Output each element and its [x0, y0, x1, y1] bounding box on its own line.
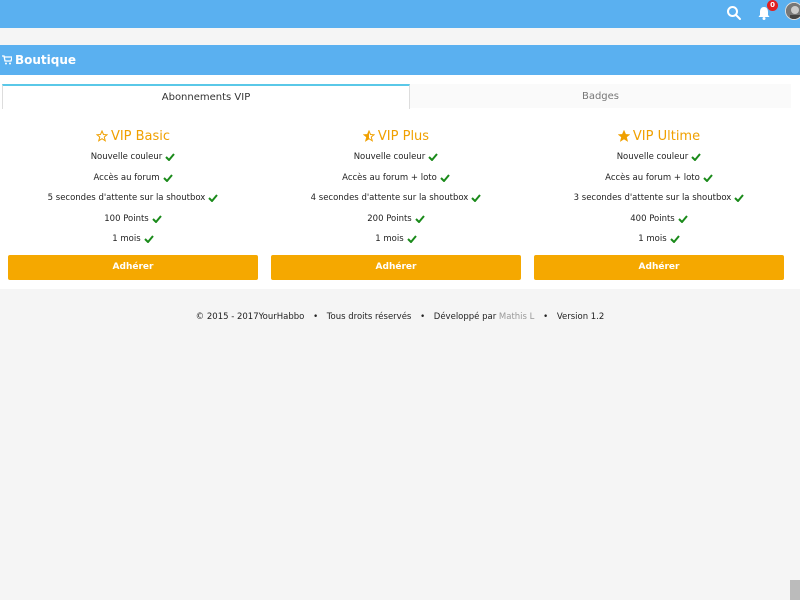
star-full-icon [617, 130, 630, 142]
join-button[interactable]: Adhérer [534, 254, 784, 280]
check-icon [143, 235, 154, 244]
check-icon [471, 194, 482, 203]
plan-card-basic: VIP Basic Nouvelle couleur Accès au foru… [8, 125, 258, 280]
plan-feature-text: 4 secondes d'attente sur la shoutbox [310, 193, 469, 204]
plan-feature: Nouvelle couleur [271, 147, 521, 168]
plan-feature: 1 mois [534, 229, 784, 250]
check-icon [152, 215, 162, 223]
tab-vip-subscriptions[interactable]: Abonnements VIP [2, 84, 410, 109]
plan-feature: Accès au forum [8, 168, 258, 189]
plan-card-ultime: VIP Ultime Nouvelle couleur Accès au for… [534, 125, 784, 280]
star-outline-icon [95, 130, 108, 142]
plan-feature-text: 5 secondes d'attente sur la shoutbox [47, 193, 206, 204]
footer-separator: • [313, 312, 319, 322]
section-header: Boutique [0, 45, 800, 75]
tab-badges[interactable]: Badges [410, 84, 791, 108]
tab-bar: Abonnements VIP Badges [2, 84, 791, 109]
check-icon [703, 174, 713, 182]
check-icon [428, 153, 439, 162]
plan-feature: 1 mois [8, 229, 258, 250]
footer-separator: • [543, 312, 549, 322]
plan-feature-text: 1 mois [638, 234, 667, 245]
top-navbar: 0 [0, 0, 800, 28]
plan-feature-text: 200 Points [367, 213, 412, 224]
plan-title: VIP Ultime [534, 125, 784, 147]
plan-feature: Accès au forum + loto [271, 168, 521, 189]
search-icon[interactable] [726, 5, 742, 21]
section-title: Boutique [15, 53, 77, 67]
footer: © 2015 - 2017YourHabbo • Tous droits rés… [0, 312, 800, 322]
plan-feature: 100 Points [8, 209, 258, 230]
notification-badge: 0 [767, 0, 778, 11]
plan-feature: 3 secondes d'attente sur la shoutbox [534, 188, 784, 209]
check-icon [669, 235, 680, 244]
plan-feature-text: 3 secondes d'attente sur la shoutbox [573, 193, 732, 204]
check-icon [440, 174, 450, 182]
check-icon [162, 174, 173, 182]
plan-feature-text: 400 Points [630, 213, 675, 224]
cart-icon [2, 55, 12, 65]
plan-title-text: VIP Ultime [632, 128, 701, 144]
plan-feature: 400 Points [534, 209, 784, 230]
plan-feature-text: Accès au forum [93, 172, 160, 183]
shop-panel: Abonnements VIP Badges VIP Basic Nouvell… [0, 75, 800, 289]
plan-feature-text: Accès au forum + loto [342, 172, 437, 183]
plan-feature-text: 1 mois [375, 234, 404, 245]
plan-feature: Accès au forum + loto [534, 168, 784, 189]
check-icon [691, 153, 702, 162]
plan-feature: Nouvelle couleur [534, 147, 784, 168]
footer-developed-by: Développé par [433, 312, 497, 322]
plan-title: VIP Plus [271, 125, 521, 147]
plan-feature: 1 mois [271, 229, 521, 250]
plan-feature-text: Nouvelle couleur [616, 152, 689, 163]
join-button[interactable]: Adhérer [271, 254, 521, 280]
footer-version: Version 1.2 [556, 312, 605, 322]
plan-feature: Nouvelle couleur [8, 147, 258, 168]
check-icon [734, 194, 745, 203]
plan-title: VIP Basic [8, 125, 258, 147]
check-icon [208, 194, 219, 203]
plan-feature-text: Nouvelle couleur [353, 152, 426, 163]
star-half-icon [362, 130, 375, 142]
join-button[interactable]: Adhérer [8, 254, 258, 280]
plan-feature-text: Nouvelle couleur [90, 152, 163, 163]
plan-title-text: VIP Basic [110, 128, 171, 144]
spacer [0, 28, 800, 45]
footer-separator: • [420, 312, 426, 322]
avatar-image [786, 3, 800, 19]
avatar[interactable] [785, 2, 800, 20]
footer-copyright: © 2015 - 2017YourHabbo [195, 312, 305, 322]
check-icon [165, 153, 176, 162]
plan-card-plus: VIP Plus Nouvelle couleur Accès au forum… [271, 125, 521, 280]
footer-rights: Tous droits réservés [326, 312, 412, 322]
check-icon [678, 215, 688, 223]
check-icon [415, 215, 425, 223]
footer-developer-link[interactable]: Mathis L [499, 312, 535, 322]
plan-feature: 200 Points [271, 209, 521, 230]
plan-feature: 4 secondes d'attente sur la shoutbox [271, 188, 521, 209]
plan-feature-text: 100 Points [104, 213, 149, 224]
plan-feature-text: 1 mois [112, 234, 141, 245]
scrollbar-corner[interactable] [790, 580, 800, 600]
check-icon [406, 235, 417, 244]
plan-title-text: VIP Plus [377, 128, 430, 144]
plan-feature-text: Accès au forum + loto [605, 172, 700, 183]
plan-feature: 5 secondes d'attente sur la shoutbox [8, 188, 258, 209]
